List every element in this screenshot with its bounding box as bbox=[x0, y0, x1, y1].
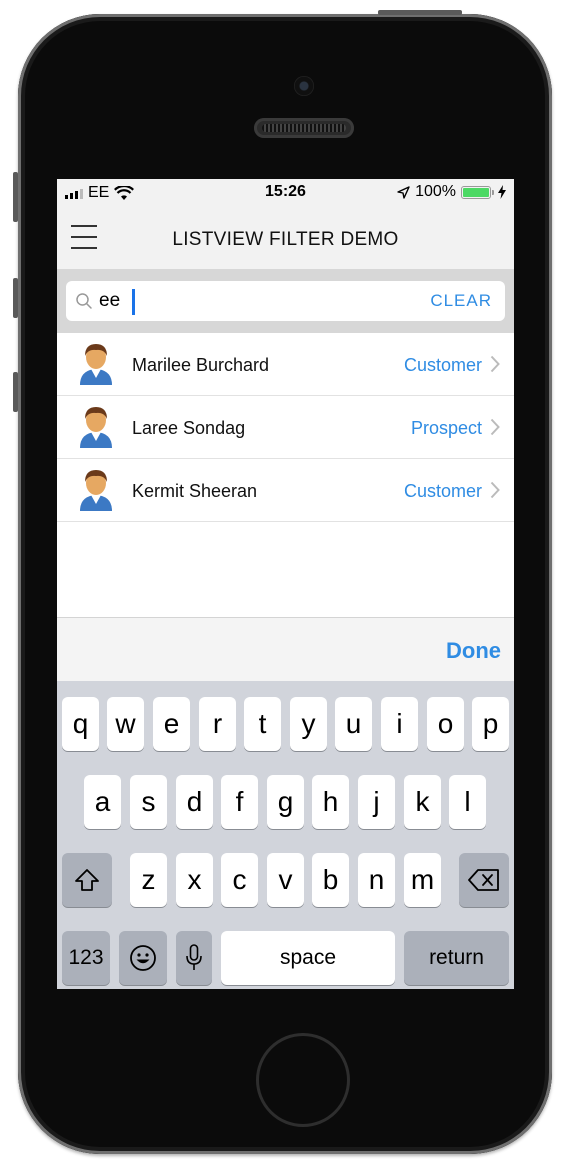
key-d[interactable]: d bbox=[176, 775, 213, 829]
done-button[interactable]: Done bbox=[446, 638, 501, 664]
front-camera bbox=[294, 76, 314, 96]
keyboard: q w e r t y u i o p a s d f g h j k l z … bbox=[57, 681, 514, 989]
key-k[interactable]: k bbox=[404, 775, 441, 829]
contact-status: Customer bbox=[403, 355, 482, 375]
contact-status: Customer bbox=[403, 481, 482, 501]
space-key[interactable]: space bbox=[221, 931, 395, 985]
backspace-icon bbox=[468, 869, 499, 891]
contact-name: Laree Sondag bbox=[132, 418, 246, 438]
key-h[interactable]: h bbox=[312, 775, 349, 829]
chevron-right-icon bbox=[490, 355, 500, 373]
key-y[interactable]: y bbox=[290, 697, 327, 751]
volume-up-button bbox=[13, 278, 18, 318]
power-button bbox=[378, 10, 462, 15]
key-e[interactable]: e bbox=[153, 697, 190, 751]
location-icon bbox=[397, 185, 410, 199]
key-a[interactable]: a bbox=[84, 775, 121, 829]
key-q[interactable]: q bbox=[62, 697, 99, 751]
key-g[interactable]: g bbox=[267, 775, 304, 829]
key-u[interactable]: u bbox=[335, 697, 372, 751]
chevron-right-icon bbox=[490, 418, 500, 436]
keyboard-accessory-bar: Done bbox=[57, 617, 514, 681]
status-right: 100% bbox=[397, 183, 506, 201]
page-title: LISTVIEW FILTER DEMO bbox=[172, 229, 399, 250]
key-z[interactable]: z bbox=[130, 853, 167, 907]
list-item[interactable]: Marilee Burchard Customer bbox=[57, 333, 514, 396]
return-key[interactable]: return bbox=[404, 931, 509, 985]
list-item[interactable]: Kermit Sheeran Customer bbox=[57, 459, 514, 522]
nav-bar: LISTVIEW FILTER DEMO bbox=[57, 207, 514, 269]
home-button[interactable] bbox=[256, 1033, 350, 1127]
contact-name: Kermit Sheeran bbox=[132, 481, 258, 501]
list-item[interactable]: Laree Sondag Prospect bbox=[57, 396, 514, 459]
key-o[interactable]: o bbox=[427, 697, 464, 751]
shift-arrow-icon bbox=[75, 869, 99, 891]
key-w[interactable]: w bbox=[107, 697, 144, 751]
microphone-icon bbox=[186, 944, 202, 970]
key-i[interactable]: i bbox=[381, 697, 418, 751]
charging-icon bbox=[498, 185, 506, 199]
key-v[interactable]: v bbox=[267, 853, 304, 907]
key-r[interactable]: r bbox=[199, 697, 236, 751]
shift-key[interactable] bbox=[62, 853, 112, 907]
emoji-key[interactable] bbox=[119, 931, 167, 985]
app-screen: EE 15:26 100% LISTVIEW FILTER DEMO ee CL… bbox=[57, 179, 514, 989]
contact-name: Marilee Burchard bbox=[132, 355, 270, 375]
key-n[interactable]: n bbox=[358, 853, 395, 907]
status-bar: EE 15:26 100% bbox=[57, 179, 514, 207]
dictation-key[interactable] bbox=[176, 931, 212, 985]
key-j[interactable]: j bbox=[358, 775, 395, 829]
key-b[interactable]: b bbox=[312, 853, 349, 907]
key-l[interactable]: l bbox=[449, 775, 486, 829]
search-input[interactable] bbox=[99, 289, 399, 313]
numbers-key[interactable]: 123 bbox=[62, 931, 110, 985]
mute-switch bbox=[13, 172, 18, 222]
search-bar: CLEAR bbox=[57, 269, 514, 333]
contact-status: Prospect bbox=[410, 418, 482, 438]
battery-percent: 100% bbox=[415, 183, 456, 200]
clear-button[interactable]: CLEAR bbox=[430, 291, 492, 311]
key-s[interactable]: s bbox=[130, 775, 167, 829]
person-avatar-icon bbox=[80, 407, 112, 448]
volume-down-button bbox=[13, 372, 18, 412]
key-t[interactable]: t bbox=[244, 697, 281, 751]
person-avatar-icon bbox=[80, 470, 112, 511]
search-icon bbox=[76, 293, 92, 309]
person-avatar-icon bbox=[80, 344, 112, 385]
key-m[interactable]: m bbox=[404, 853, 441, 907]
emoji-icon bbox=[130, 945, 156, 971]
key-c[interactable]: c bbox=[221, 853, 258, 907]
battery-icon bbox=[461, 185, 494, 199]
text-cursor bbox=[132, 289, 135, 315]
key-p[interactable]: p bbox=[472, 697, 509, 751]
earpiece-speaker bbox=[254, 118, 354, 138]
key-f[interactable]: f bbox=[221, 775, 258, 829]
search-box[interactable]: CLEAR bbox=[66, 281, 505, 321]
backspace-key[interactable] bbox=[459, 853, 509, 907]
key-x[interactable]: x bbox=[176, 853, 213, 907]
chevron-right-icon bbox=[490, 481, 500, 499]
contact-list: Marilee Burchard Customer Laree Sondag P… bbox=[57, 333, 514, 522]
